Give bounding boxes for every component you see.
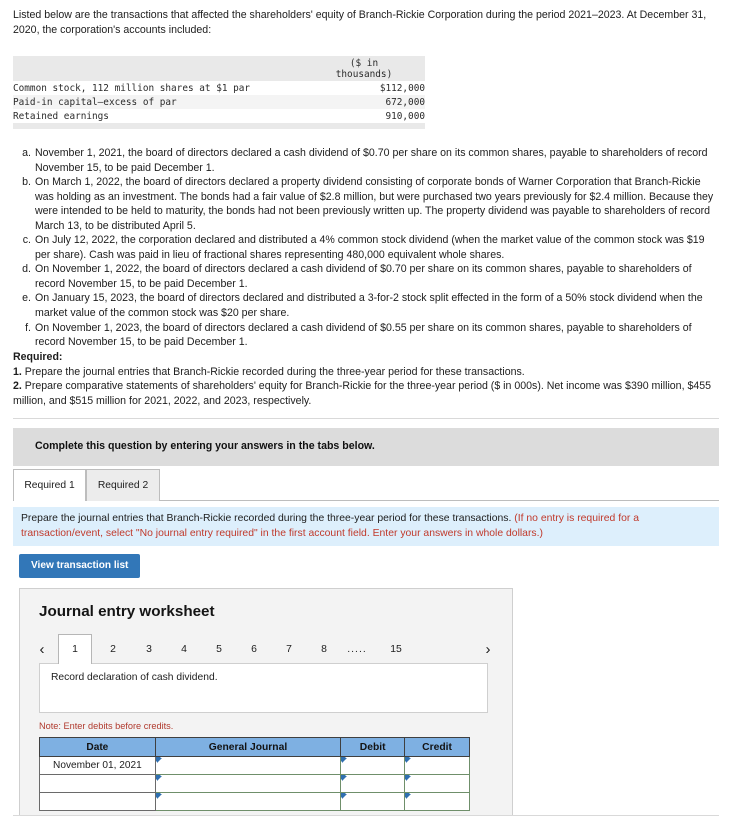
list-item: f. On November 1, 2023, the board of dir… — [13, 321, 719, 350]
list-item-marker: a. — [22, 147, 31, 159]
general-journal-input[interactable] — [154, 774, 342, 793]
balance-value: $112,000 — [313, 81, 425, 95]
list-item-marker: e. — [22, 292, 31, 305]
chevron-right-icon[interactable]: › — [477, 637, 499, 661]
required-item-2-text: Prepare comparative statements of shareh… — [13, 380, 712, 408]
table-row — [39, 774, 470, 793]
worksheet-instruction-box: Record declaration of cash dividend. — [39, 663, 488, 713]
balance-label: Paid-in capital—excess of par — [13, 95, 313, 109]
list-item-text: November 1, 2021, the board of directors… — [35, 147, 708, 174]
list-item: b. On March 1, 2022, the board of direct… — [13, 175, 719, 233]
complete-question-banner: Complete this question by entering your … — [13, 428, 719, 466]
required-item-1: 1. Prepare the journal entries that Bran… — [13, 365, 719, 380]
required-item-1-text: Prepare the journal entries that Branch-… — [21, 365, 525, 378]
worksheet-title: Journal entry worksheet — [39, 603, 215, 620]
transaction-list: a. November 1, 2021, the board of direct… — [13, 146, 719, 350]
table-row: November 01, 2021 — [39, 756, 470, 775]
unit-line-1: ($ in — [349, 58, 379, 69]
journal-entry-table: Date General Journal Debit Credit Novemb… — [39, 737, 470, 811]
credit-input[interactable] — [404, 774, 470, 793]
balance-value: 910,000 — [313, 109, 425, 123]
balance-label: Common stock, 112 million shares at $1 p… — [13, 81, 313, 95]
worksheet-pagination: ‹ 1 2 3 4 5 6 7 8 ..... 15 › — [28, 634, 506, 664]
list-item-text: On November 1, 2022, the board of direct… — [35, 263, 692, 290]
page-tab-7[interactable]: 7 — [272, 635, 306, 663]
journal-entry-worksheet-panel: Journal entry worksheet ‹ 1 2 3 4 5 6 7 … — [19, 588, 513, 816]
tab-required-2[interactable]: Required 2 — [86, 469, 160, 501]
general-journal-input[interactable] — [154, 792, 342, 811]
credit-input[interactable] — [404, 756, 470, 775]
page-tab-1[interactable]: 1 — [58, 634, 92, 664]
required-heading: Required: — [13, 351, 63, 363]
list-item-text: On November 1, 2023, the board of direct… — [35, 321, 692, 349]
view-transaction-list-button[interactable]: View transaction list — [19, 554, 141, 578]
chevron-left-icon[interactable]: ‹ — [31, 637, 53, 661]
required-item-2-number: 2. — [13, 380, 22, 393]
list-item-text: On March 1, 2022, the board of directors… — [35, 176, 714, 232]
tab-required-1[interactable]: Required 1 — [13, 469, 86, 501]
tab-active-connector — [14, 500, 85, 502]
table-row: Retained earnings 910,000 — [13, 109, 425, 123]
list-item: d. On November 1, 2022, the board of dir… — [13, 262, 719, 291]
column-header-general-journal: General Journal — [154, 737, 342, 757]
credit-input[interactable] — [404, 792, 470, 811]
instruction-main-text: Prepare the journal entries that Branch-… — [21, 513, 515, 524]
list-item: e. On January 15, 2023, the board of dir… — [13, 291, 719, 320]
date-cell[interactable]: November 01, 2021 — [39, 756, 156, 775]
required-item-1-number: 1. — [13, 365, 22, 378]
list-item-marker: b. — [22, 176, 31, 189]
list-item-marker: c. — [22, 234, 31, 247]
balances-table-footer — [13, 123, 425, 129]
intro-paragraph: Listed below are the transactions that a… — [13, 9, 707, 36]
debit-input[interactable] — [340, 756, 406, 775]
date-cell[interactable] — [39, 792, 156, 811]
required-section: Required: 1. Prepare the journal entries… — [13, 350, 719, 409]
table-row: Paid-in capital—excess of par 672,000 — [13, 95, 425, 109]
column-header-credit: Credit — [404, 737, 470, 757]
tab-strip: Required 1 Required 2 — [13, 469, 719, 501]
column-header-date: Date — [39, 737, 156, 757]
date-cell[interactable] — [39, 774, 156, 793]
balances-unit-header: ($ in thousands) — [313, 56, 425, 81]
debits-before-credits-note: Note: Enter debits before credits. — [39, 721, 174, 731]
requirement-instruction-banner: Prepare the journal entries that Branch-… — [13, 507, 719, 546]
page-tab-4[interactable]: 4 — [167, 635, 201, 663]
page-tab-6[interactable]: 6 — [237, 635, 271, 663]
question-page: Listed below are the transactions that a… — [0, 0, 732, 825]
required-item-2: 2. Prepare comparative statements of sha… — [13, 379, 719, 408]
general-journal-input[interactable] — [154, 756, 342, 775]
list-item: a. November 1, 2021, the board of direct… — [13, 146, 719, 175]
table-row — [39, 792, 470, 811]
page-tab-2[interactable]: 2 — [96, 635, 130, 663]
balances-table-header-row: ($ in thousands) — [13, 56, 425, 81]
page-tab-8[interactable]: 8 — [307, 635, 341, 663]
page-tab-15[interactable]: 15 — [379, 635, 413, 663]
list-item-marker: f. — [25, 321, 31, 334]
page-bottom-divider — [13, 815, 719, 816]
unit-line-2: thousands) — [335, 69, 393, 80]
list-item-text: On July 12, 2022, the corporation declar… — [35, 234, 705, 261]
journal-table-header-row: Date General Journal Debit Credit — [39, 737, 470, 757]
page-tab-3[interactable]: 3 — [132, 635, 166, 663]
column-header-debit: Debit — [340, 737, 406, 757]
list-item-marker: d. — [22, 263, 31, 276]
page-tab-5[interactable]: 5 — [202, 635, 236, 663]
balances-header-blank — [13, 56, 313, 81]
balances-table: ($ in thousands) Common stock, 112 millio… — [13, 56, 425, 129]
list-item: c. On July 12, 2022, the corporation dec… — [13, 233, 719, 262]
balance-label: Retained earnings — [13, 109, 313, 123]
page-ellipsis: ..... — [347, 643, 367, 655]
list-item-text: On January 15, 2023, the board of direct… — [35, 292, 703, 320]
table-row: Common stock, 112 million shares at $1 p… — [13, 81, 425, 95]
debit-input[interactable] — [340, 774, 406, 793]
balance-value: 672,000 — [313, 95, 425, 109]
debit-input[interactable] — [340, 792, 406, 811]
section-divider — [13, 418, 719, 419]
